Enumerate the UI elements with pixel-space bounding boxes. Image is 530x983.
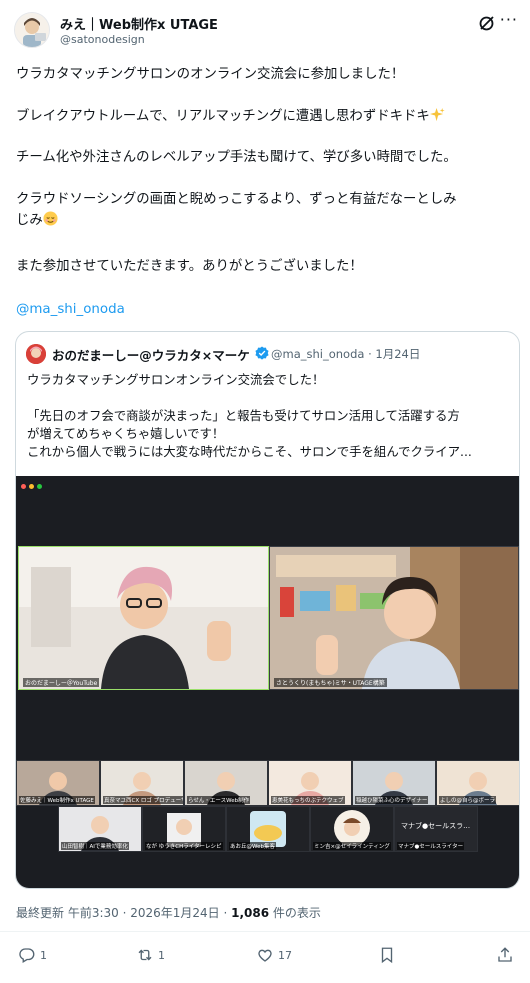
- window-dot-green: [37, 484, 42, 489]
- grok-icon[interactable]: [478, 14, 496, 32]
- participant-tile: 山田智樹｜AIで業務効率化: [58, 806, 142, 852]
- author-name[interactable]: みえ｜Web制作x UTAGE: [60, 14, 218, 33]
- quote-meta: @ma_shi_onoda · 1月24日: [271, 346, 420, 362]
- participant-name: 真奈マユ西CX ロゴ プロデューサー: [103, 796, 183, 804]
- host-video-frame: [19, 547, 268, 689]
- share-icon: [498, 947, 512, 962]
- bookmark-icon: [381, 947, 393, 964]
- quote-media-image[interactable]: おのだまーしー＠YouTube さとうくり(まもちゃ)ミサ・UTAGE構築 佐藤…: [16, 476, 519, 888]
- overflow-participant-label: マナブ●セールスラ…: [401, 822, 471, 830]
- tweet-line-3: チーム化や外注さんのレベルアップ手法も聞けて、学び多い時間でした。: [16, 150, 457, 165]
- quote-line-4: これから個人で戦うには大変な時代だからこそ、サロンで手を組んでクライア...: [27, 444, 472, 459]
- video-tile-guest: さとうくり(まもちゃ)ミサ・UTAGE構築: [269, 546, 519, 690]
- participant-tile: 恵美花もっちのぶテクウェブ: [268, 760, 352, 806]
- quote-line-1: ウラカタマッチングサロンオンライン交流会でした！: [27, 372, 325, 387]
- participant-tile: 佐藤みえ｜Web制作x UTAGE: [16, 760, 100, 806]
- like-count: 17: [278, 948, 292, 962]
- quote-author-name[interactable]: おのだまーしー@ウラカタ×マーケ: [52, 345, 250, 364]
- sparkles-icon: [429, 107, 445, 122]
- reply-button[interactable]: 1: [18, 945, 47, 965]
- author-avatar[interactable]: [14, 12, 50, 48]
- tweet-line-1: ウラカタマッチングサロンのオンライン交流会に参加しました！: [16, 67, 405, 82]
- quote-tweet-card[interactable]: おのだまーしー@ウラカタ×マーケ @ma_shi_onoda · 1月24日 ウ…: [15, 331, 520, 889]
- host-name-label: おのだまーしー＠YouTube: [23, 678, 100, 687]
- tweet-stats: 最終更新 午前3:30 · 2026年1月24日 · 1,086 件の表示: [16, 904, 321, 921]
- participant-tile: あお丘@Web集客: [226, 806, 310, 852]
- participant-name: マナブ●セールスライター: [397, 842, 465, 850]
- participant-name: なが ゆうきCHライターレシピ: [145, 842, 223, 850]
- repost-icon: [138, 949, 152, 961]
- quote-date[interactable]: 1月24日: [375, 347, 420, 361]
- participant-name: 稲越ひ陽菜ふ心のデザイナー: [355, 796, 429, 804]
- tweet-date[interactable]: 2026年1月24日: [130, 906, 219, 920]
- stats-sep: ·: [219, 906, 232, 920]
- participant-name: 佐藤みえ｜Web制作x UTAGE: [19, 796, 95, 804]
- repost-button[interactable]: 1: [136, 945, 165, 965]
- participant-name: ミン吉×@セイラインティング: [313, 842, 391, 850]
- video-tile-host: おのだまーしー＠YouTube: [18, 546, 269, 690]
- participant-tile: なが ゆうきCHライターレシピ: [142, 806, 226, 852]
- view-count-label: 件の表示: [269, 906, 321, 920]
- share-button[interactable]: [496, 945, 514, 965]
- tweet-line-5: じみ: [16, 211, 58, 230]
- tweet-line-4: クラウドソーシングの画面と睨めっこするより、ずっと有益だなーとしみ: [16, 192, 457, 207]
- updated-prefix: 最終更新: [16, 906, 68, 920]
- participant-name: 山田智樹｜AIで業務効率化: [61, 842, 129, 850]
- participant-tile: ミン吉×@セイラインティング: [310, 806, 394, 852]
- participant-tile: よしの@自ら@ボーラ: [436, 760, 519, 806]
- quote-line-2: 「先日のオフ会で商談が決まった」と報告も受けてサロン活用して活躍する方: [27, 408, 460, 423]
- reply-count: 1: [40, 948, 47, 962]
- mention-link[interactable]: @ma_shi_onoda: [16, 300, 125, 319]
- stats-sep: ·: [118, 906, 131, 920]
- tweet-line-2: ブレイクアウトルームで、リアルマッチングに遭遇し思わずドキドキ: [16, 107, 445, 126]
- tweet-time[interactable]: 午前3:30: [68, 906, 119, 920]
- author-handle[interactable]: @satonodesign: [60, 33, 145, 46]
- view-count: 1,086: [231, 906, 270, 920]
- guest-video-frame: [270, 547, 518, 689]
- quote-author-avatar[interactable]: [26, 344, 46, 364]
- participant-tile: 稲越ひ陽菜ふ心のデザイナー: [352, 760, 436, 806]
- reply-icon: [19, 948, 35, 963]
- tweet-line-6: また参加させていただきます。ありがとうございました！: [16, 259, 363, 274]
- repost-count: 1: [158, 948, 165, 962]
- verified-badge-icon: [255, 346, 269, 360]
- participant-name: 恵美花もっちのぶテクウェブ: [271, 796, 345, 804]
- participant-tile: 真奈マユ西CX ロゴ プロデューサー: [100, 760, 184, 806]
- guest-name-label: さとうくり(まもちゃ)ミサ・UTAGE構築: [274, 678, 387, 687]
- participant-name: あお丘@Web集客: [229, 842, 276, 850]
- more-icon[interactable]: ···: [500, 10, 518, 29]
- quote-meta-sep: ·: [368, 347, 372, 361]
- like-icon: [258, 949, 272, 962]
- window-dot-red: [21, 484, 26, 489]
- avatar-illustration: [15, 13, 49, 47]
- participant-tile-text-only: マナブ●セールスラ… マナブ●セールスライター: [394, 806, 478, 852]
- quote-line-3: が増えてめちゃくちゃ嬉しいです！: [27, 426, 225, 441]
- like-button[interactable]: 17: [256, 945, 292, 965]
- participant-name: らせん・エースWeb制作: [187, 796, 251, 804]
- window-dot-yellow: [29, 484, 34, 489]
- participant-tile: らせん・エースWeb制作: [184, 760, 268, 806]
- quote-handle[interactable]: @ma_shi_onoda: [271, 347, 364, 361]
- divider: [0, 931, 530, 932]
- participant-name: よしの@自ら@ボーラ: [439, 796, 497, 804]
- relieved-face-icon: [43, 211, 58, 226]
- bookmark-button[interactable]: [378, 945, 396, 965]
- quote-avatar-illustration: [26, 344, 46, 364]
